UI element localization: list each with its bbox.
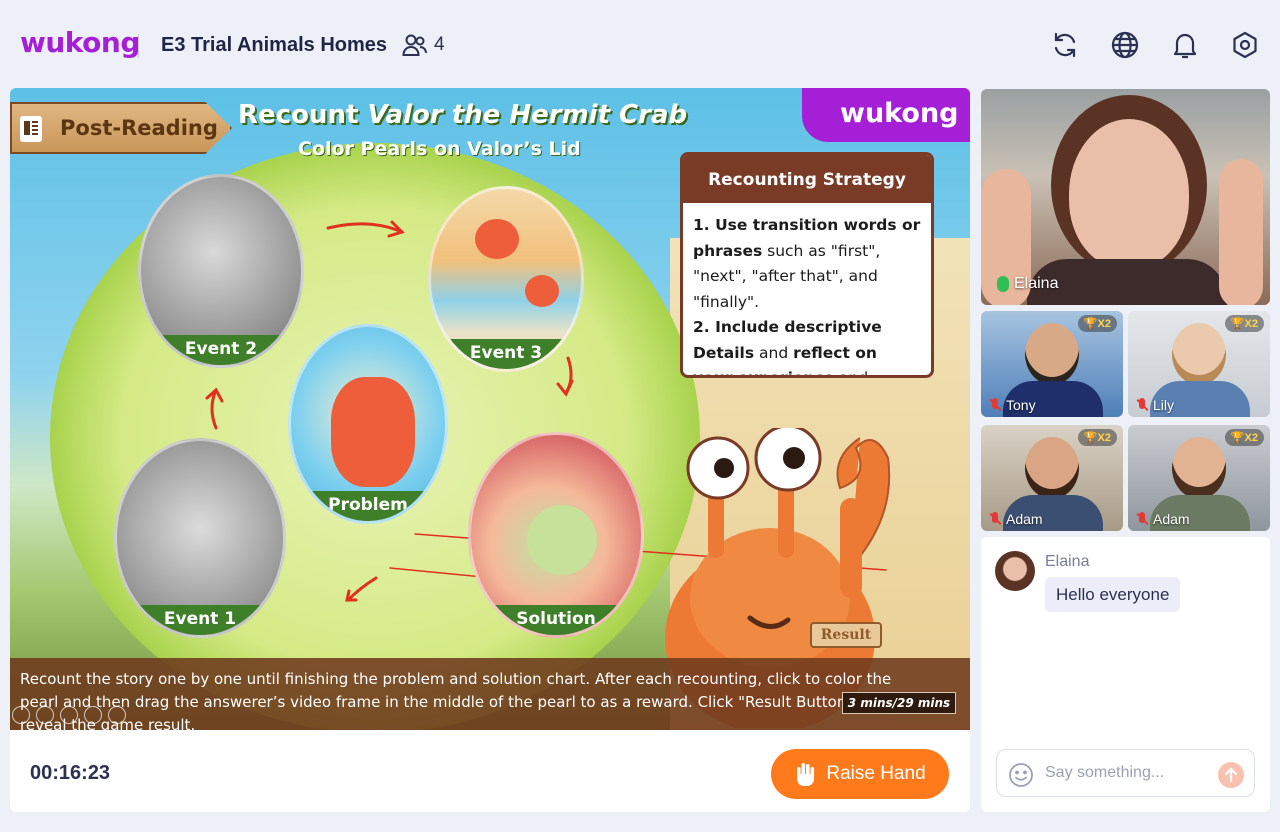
trophy-icon: 🏆 xyxy=(1083,432,1098,444)
pearl-event-1[interactable]: Event 1 xyxy=(114,438,286,638)
trophy-badge: 🏆X2 xyxy=(1224,315,1264,332)
instruction-bar: Recount the story one by one until finis… xyxy=(10,658,970,730)
wukong-logo: wukong xyxy=(20,26,140,59)
class-title: E3 Trial Animals Homes xyxy=(161,34,388,56)
pearl-event-2[interactable]: Event 2 xyxy=(138,174,304,368)
crab-illustration xyxy=(525,275,559,307)
chat-sender: Elaina xyxy=(1045,553,1090,570)
trophy-icon: 🏆 xyxy=(1230,432,1245,444)
student-head xyxy=(1172,323,1226,385)
participants-number: 4 xyxy=(434,34,445,55)
pearl-solution[interactable]: Solution xyxy=(468,432,644,638)
pearl-problem-label: Problem xyxy=(291,491,445,521)
student-name: Tony xyxy=(1006,397,1036,413)
top-bar: wukong E3 Trial Animals Homes 4 xyxy=(0,0,1280,88)
arrow-up-icon xyxy=(1224,767,1238,783)
trophy-badge: 🏆X2 xyxy=(1224,429,1264,446)
student-name-tag: Adam xyxy=(989,511,1043,527)
chat-input-box xyxy=(996,749,1255,797)
participants-icon xyxy=(402,34,427,56)
refresh-icon[interactable] xyxy=(1050,30,1080,60)
mic-off-icon xyxy=(1136,398,1148,412)
trophy-count: X2 xyxy=(1244,432,1258,444)
pearl-event-1-label: Event 1 xyxy=(117,605,283,635)
student-name-tag: Tony xyxy=(989,397,1036,413)
hand-icon xyxy=(797,763,815,786)
student-video-lily[interactable]: 🏆X2 Lily xyxy=(1128,311,1270,417)
teacher-name: Elaina xyxy=(1014,275,1059,292)
chat-input[interactable] xyxy=(1045,760,1210,786)
trophy-count: X2 xyxy=(1097,318,1111,330)
more-tool-icon[interactable] xyxy=(108,706,126,724)
pearl-solution-label: Solution xyxy=(471,605,641,635)
header-divider xyxy=(138,34,139,58)
chat-panel: Elaina Hello everyone xyxy=(981,537,1270,812)
student-head xyxy=(1025,323,1079,385)
slide-toolbar xyxy=(12,706,126,724)
hermit-crab-illustration xyxy=(475,219,519,259)
lesson-slide[interactable]: Post-Reading Recount Valor the Hermit Cr… xyxy=(10,88,970,730)
mic-off-icon xyxy=(989,398,1001,412)
student-video-adam-2[interactable]: 🏆X2 Adam xyxy=(1128,425,1270,531)
raise-hand-label: Raise Hand xyxy=(826,763,926,784)
strategy-point-2-and2: and xyxy=(834,369,869,378)
pearl-event-2-label: Event 2 xyxy=(141,335,301,365)
class-elapsed-time: 00:16:23 xyxy=(30,762,111,784)
student-name-tag: Adam xyxy=(1136,511,1190,527)
pearl-problem[interactable]: Problem xyxy=(288,324,448,524)
student-name-tag: Lily xyxy=(1136,397,1174,413)
teacher-face xyxy=(1069,119,1189,269)
chat-message: Hello everyone xyxy=(1045,577,1181,612)
trophy-count: X2 xyxy=(1097,432,1111,444)
emoji-icon[interactable] xyxy=(1008,762,1034,788)
shape-tool-icon[interactable] xyxy=(60,706,78,724)
student-name: Adam xyxy=(1153,511,1190,527)
student-name: Adam xyxy=(1006,511,1043,527)
avatar xyxy=(995,551,1035,591)
send-button[interactable] xyxy=(1218,762,1244,788)
trophy-count: X2 xyxy=(1244,318,1258,330)
teacher-video[interactable]: Elaina xyxy=(981,89,1270,305)
zoom-tool-icon[interactable] xyxy=(84,706,102,724)
pearl-event-3[interactable]: Event 3 xyxy=(428,186,584,372)
instruction-text: Recount the story one by one until finis… xyxy=(20,670,892,730)
strategy-title: Recounting Strategy xyxy=(683,155,931,203)
pen-tool-icon[interactable] xyxy=(36,706,54,724)
student-video-tony[interactable]: 🏆X2 Tony xyxy=(981,311,1123,417)
scared-crab-illustration xyxy=(331,377,415,487)
result-button[interactable]: Result xyxy=(810,622,882,648)
lesson-panel: Post-Reading Recount Valor the Hermit Cr… xyxy=(10,88,970,812)
mic-on-icon xyxy=(997,276,1009,292)
participants-count[interactable]: 4 xyxy=(402,33,445,57)
student-name: Lily xyxy=(1153,397,1175,413)
pearl-event-3-label: Event 3 xyxy=(431,339,581,369)
raise-hand-button[interactable]: Raise Hand xyxy=(771,749,949,799)
trophy-icon: 🏆 xyxy=(1230,318,1245,330)
globe-icon[interactable] xyxy=(1110,30,1140,60)
recounting-strategy-card: Recounting Strategy 1. Use transition wo… xyxy=(680,152,934,378)
strategy-point-2-and: and xyxy=(754,343,794,362)
teacher-hand-right xyxy=(1219,159,1263,305)
student-head xyxy=(1172,437,1226,499)
trophy-icon: 🏆 xyxy=(1083,318,1098,330)
activity-timer: 3 mins/29 mins xyxy=(842,692,956,714)
mic-off-icon xyxy=(1136,512,1148,526)
student-video-adam-1[interactable]: 🏆X2 Adam xyxy=(981,425,1123,531)
bell-icon[interactable] xyxy=(1170,30,1200,60)
trophy-badge: 🏆X2 xyxy=(1077,429,1117,446)
mic-off-icon xyxy=(989,512,1001,526)
student-head xyxy=(1025,437,1079,499)
prev-tool-icon[interactable] xyxy=(12,706,30,724)
teacher-name-tag: Elaina xyxy=(997,275,1058,293)
trophy-badge: 🏆X2 xyxy=(1077,315,1117,332)
strategy-body: 1. Use transition words or phrases such … xyxy=(683,203,931,378)
settings-icon[interactable] xyxy=(1230,30,1260,60)
shell-illustration xyxy=(527,505,597,575)
